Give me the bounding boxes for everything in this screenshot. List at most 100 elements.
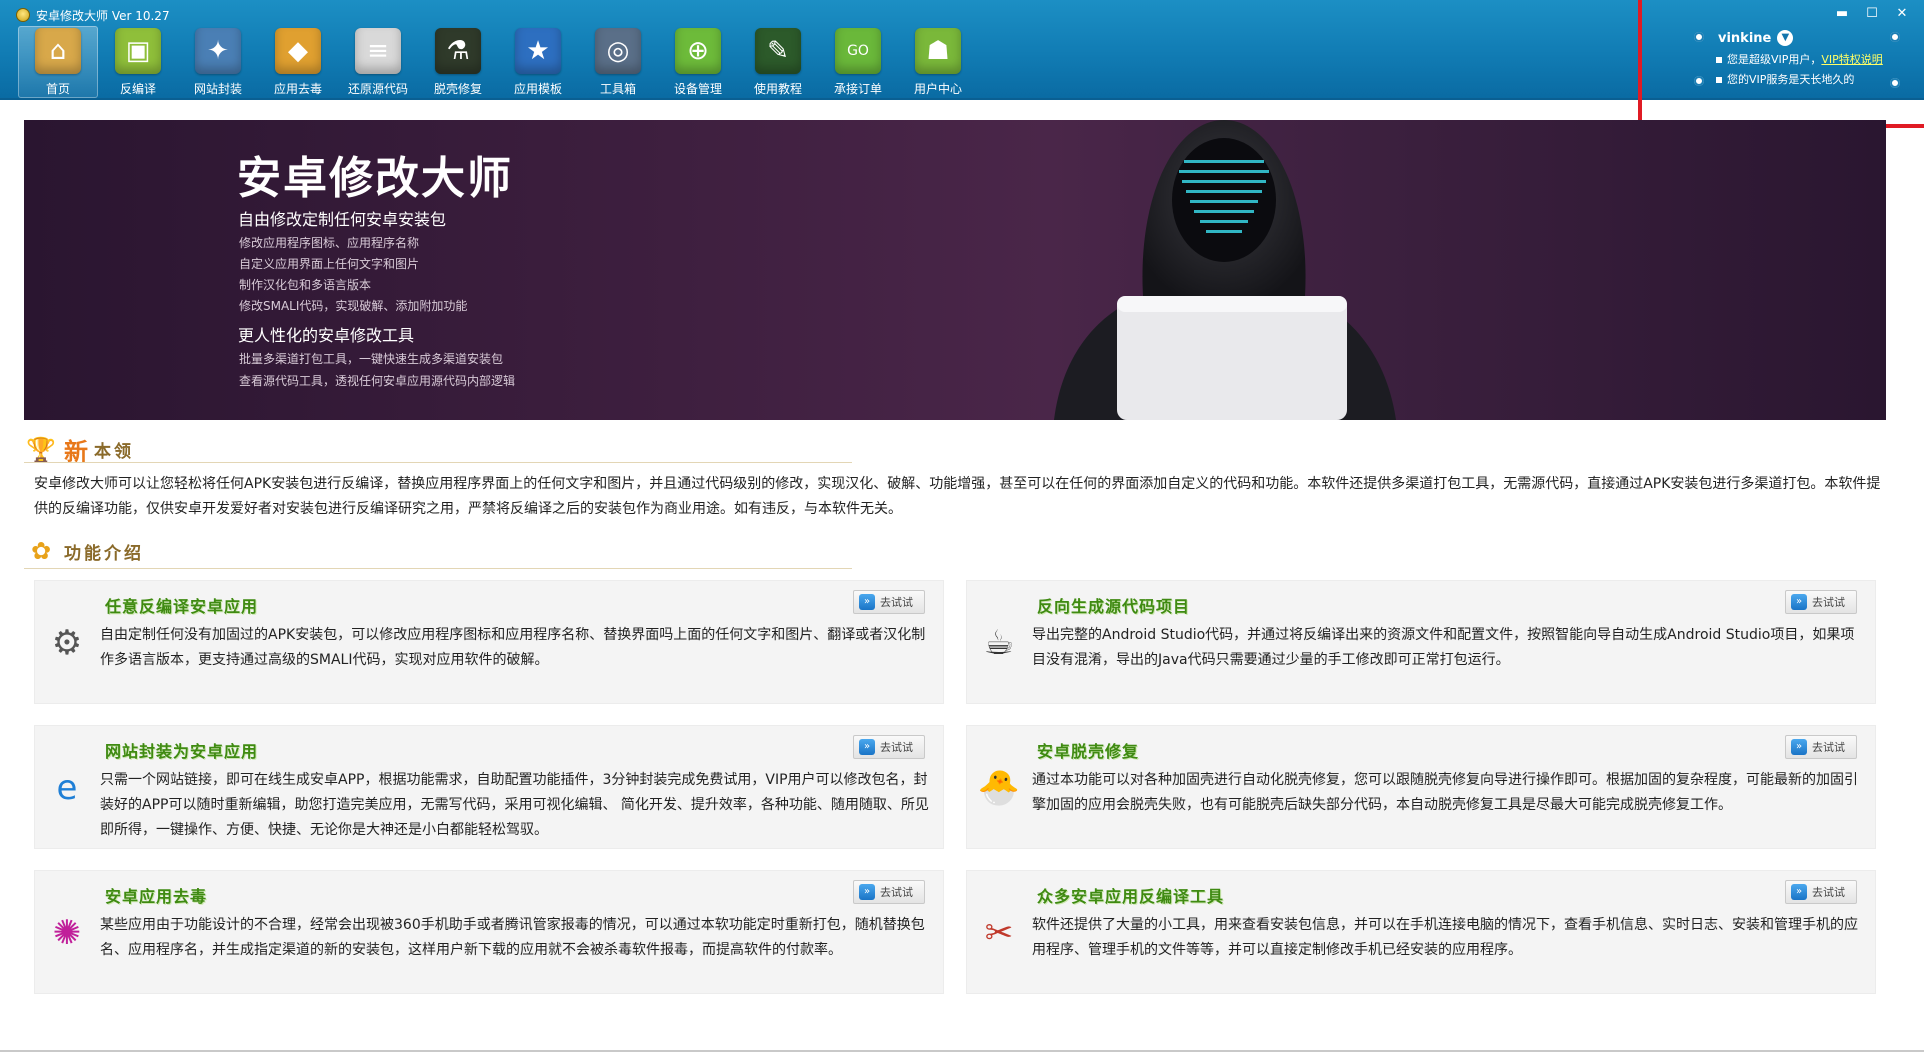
chick-icon: 🐣 — [977, 768, 1021, 808]
user-name: vinkine — [1718, 30, 1772, 46]
double-arrow-icon: » — [859, 739, 875, 755]
top-toolbar: 安卓修改大师 Ver 10.27 ⌂ 首页 ▣ 反编译 ✦ 网站封装 ◆ 应用去毒 ≡ 还原源代码… — [0, 0, 1924, 100]
toolbar-item[interactable]: ☗ 用户中心 — [898, 26, 978, 98]
bullet-icon — [1716, 77, 1722, 83]
panel-corner-dot-icon — [1890, 32, 1900, 42]
try-button-label: 去试试 — [880, 596, 913, 609]
double-arrow-icon: » — [1791, 884, 1807, 900]
double-arrow-icon: » — [1791, 594, 1807, 610]
feature-card: 安卓脱壳修复 🐣 通过本功能可以对各种加固壳进行自动化脱壳修复，您可以跟随脱壳修复向… — [966, 725, 1876, 849]
toolbar-item[interactable]: ⚗ 脱壳修复 — [418, 26, 498, 98]
window-title: 安卓修改大师 Ver 10.27 — [36, 8, 170, 23]
maximize-button[interactable]: ☐ — [1864, 6, 1880, 21]
try-button-label: 去试试 — [880, 741, 913, 754]
banner-line: 查看源代码工具，透视任何安卓应用源代码内部逻辑 — [239, 374, 516, 388]
try-button-label: 去试试 — [880, 886, 913, 899]
panel-corner-dot-icon — [1694, 32, 1704, 42]
double-arrow-icon: » — [859, 884, 875, 900]
feature-card-description: 软件还提供了大量的小工具，用来查看安装包信息，并可以在手机连接电脑的情况下，查看… — [1032, 917, 1858, 958]
android-box-icon: ▣ — [115, 28, 161, 74]
section-header-features: ✿ 功能介绍 — [24, 536, 144, 566]
panel-corner-dot-icon — [1694, 76, 1704, 86]
feature-card: 众多安卓应用反编译工具 ✂ 软件还提供了大量的小工具，用来查看安装包信息，并可以在手… — [966, 870, 1876, 994]
toolbar-item-label: 脱壳修复 — [433, 82, 482, 96]
double-arrow-icon: » — [859, 594, 875, 610]
feature-card: 反向生成源代码项目 ☕ 导出完整的Android Studio代码，并通过将反编译出… — [966, 580, 1876, 704]
toolbar-item[interactable]: GO 承接订单 — [818, 26, 898, 98]
section-title: 功能介绍 — [64, 543, 144, 564]
toolbar-item-label: 应用去毒 — [273, 82, 322, 96]
feature-card-title: 反向生成源代码项目 — [1037, 597, 1191, 616]
hacker-illustration — [1054, 120, 1396, 420]
feature-card-description: 只需一个网站链接，即可在线生成安卓APP，根据功能需求，自助配置功能插件，3分钟… — [100, 772, 929, 838]
try-button[interactable]: » 去试试 — [1785, 880, 1857, 904]
mascot-icon: ✿ — [30, 537, 52, 565]
try-button-label: 去试试 — [1812, 596, 1845, 609]
section-divider — [24, 462, 852, 463]
ie-icon: e — [56, 768, 78, 808]
toolbar-item[interactable]: ✎ 使用教程 — [738, 26, 818, 98]
toolbar-item[interactable]: ≡ 还原源代码 — [338, 26, 418, 98]
web-package-icon: ✦ — [195, 28, 241, 74]
feature-card-description: 某些应用由于功能设计的不合理，经常会出现被360手机助手或者腾讯管家报毒的情况，… — [100, 917, 925, 958]
trophy-icon: 🏆 — [26, 435, 56, 464]
banner-line: 修改应用程序图标、应用程序名称 — [239, 236, 420, 250]
flask-icon: ⚗ — [435, 28, 481, 74]
toolbar-item[interactable]: ⊕ 设备管理 — [658, 26, 738, 98]
bullet-icon — [1716, 57, 1722, 63]
toolbar-item[interactable]: ◆ 应用去毒 — [258, 26, 338, 98]
try-button[interactable]: » 去试试 — [1785, 735, 1857, 759]
android-robot-icon: ☗ — [915, 28, 961, 74]
box-icon: ◆ — [275, 28, 321, 74]
close-button[interactable]: ✕ — [1894, 6, 1910, 21]
try-button[interactable]: » 去试试 — [853, 590, 925, 614]
vip-duration-line: 您的VIP服务是天长地久的 — [1716, 71, 1854, 87]
feature-card: 安卓应用去毒 ✺ 某些应用由于功能设计的不合理，经常会出现被360手机助手或者腾讯管… — [34, 870, 944, 994]
vip-duration-text: 您的VIP服务是天长地久的 — [1727, 73, 1855, 86]
toolbar-item-label: 设备管理 — [673, 82, 722, 96]
toolbar-item-label: 首页 — [45, 82, 70, 96]
panel-corner-dot-icon — [1890, 78, 1900, 88]
feature-card-description: 通过本功能可以对各种加固壳进行自动化脱壳修复，您可以跟随脱壳修复向导进行操作即可… — [1032, 772, 1858, 813]
feature-card-title: 安卓脱壳修复 — [1037, 742, 1140, 761]
vip-privileges-link[interactable]: VIP特权说明 — [1821, 53, 1882, 66]
toolbar-item[interactable]: ★ 应用模板 — [498, 26, 578, 98]
feature-card-description: 导出完整的Android Studio代码，并通过将反编译出来的资源文件和配置文… — [1032, 627, 1855, 668]
toolbar-item[interactable]: ✦ 网站封装 — [178, 26, 258, 98]
try-button[interactable]: » 去试试 — [853, 880, 925, 904]
vip-status-line: 您是超级VIP用户，VIP特权说明 — [1716, 51, 1883, 67]
toolbar-item[interactable]: ⌂ 首页 — [18, 26, 98, 98]
toolbar-item[interactable]: ◎ 工具箱 — [578, 26, 658, 98]
banner-line: 制作汉化包和多语言版本 — [239, 278, 372, 292]
user-name-row[interactable]: vinkine ▼ — [1718, 30, 1794, 46]
star-template-icon: ★ — [515, 28, 561, 74]
try-button[interactable]: » 去试试 — [853, 735, 925, 759]
banner-subtitle-1: 自由修改定制任何安卓安装包 — [238, 210, 447, 229]
feature-card: 任意反编译安卓应用 ⚙ 自由定制任何没有加固过的APK安装包，可以修改应用程序图标和… — [34, 580, 944, 704]
hero-banner: 安卓修改大师 自由修改定制任何安卓安装包 修改应用程序图标、应用程序名称 自定义… — [24, 120, 1886, 420]
try-button-label: 去试试 — [1812, 741, 1845, 754]
feature-card-description: 自由定制任何没有加固过的APK安装包，可以修改应用程序图标和应用程序名称、替换界… — [100, 627, 926, 668]
intro-paragraph: 安卓修改大师可以让您轻松将任何APK安装包进行反编译，替换应用程序界面上的任何文… — [34, 476, 1881, 517]
java-icon: ☕ — [983, 623, 1015, 663]
try-button[interactable]: » 去试试 — [1785, 590, 1857, 614]
minimize-button[interactable]: ▬ — [1834, 6, 1850, 21]
banner-line: 批量多渠道打包工具，一键快速生成多渠道安装包 — [239, 352, 504, 366]
toolbar-item-label: 用户中心 — [913, 82, 962, 96]
toolbar-item-label: 工具箱 — [599, 82, 636, 96]
banner-line: 修改SMALI代码，实现破解、添加附加功能 — [239, 299, 468, 313]
toolbar-item-label: 使用教程 — [753, 82, 802, 96]
toolbar-item[interactable]: ▣ 反编译 — [98, 26, 178, 98]
window-controls: ▬ ☐ ✕ — [1834, 6, 1910, 21]
toolbar-item-label: 反编译 — [119, 82, 156, 96]
try-button-label: 去试试 — [1812, 886, 1845, 899]
user-panel: vinkine ▼ 您是超级VIP用户，VIP特权说明 您的VIP服务是天长地久… — [1690, 28, 1902, 92]
chevron-down-icon[interactable]: ▼ — [1777, 30, 1794, 46]
banner-title: 安卓修改大师 — [237, 153, 513, 204]
app-logo-icon — [16, 8, 30, 22]
toolbar-item-label: 网站封装 — [193, 82, 242, 96]
feature-card: 网站封装为安卓应用 e 只需一个网站链接，即可在线生成安卓APP，根据功能需求，自助… — [34, 725, 944, 849]
blackboard-icon: ✎ — [755, 28, 801, 74]
gear-box-icon: ⚙ — [51, 623, 83, 663]
virus-icon: ✺ — [52, 913, 82, 953]
